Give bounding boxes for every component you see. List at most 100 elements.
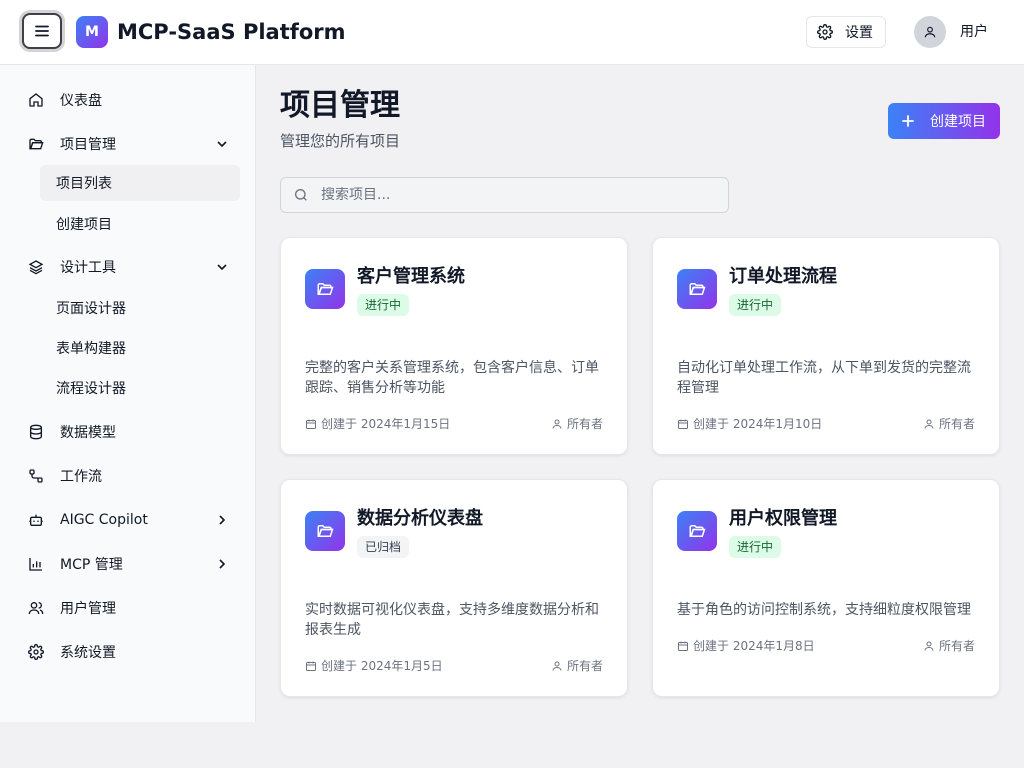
settings-button[interactable]: 设置 [806, 16, 886, 48]
plus-icon [902, 115, 914, 127]
folder-open-icon [305, 269, 345, 309]
project-date: 创建于 2024年1月15日 [305, 415, 450, 432]
calendar-icon [678, 641, 688, 651]
project-description: 自动化订单处理工作流，从下单到发货的完整流程管理 [677, 360, 971, 396]
folder-open-icon [20, 136, 52, 152]
sidebar-subitem-page-designer[interactable]: 页面设计器 [40, 290, 240, 326]
sidebar-subitem-form-builder[interactable]: 表单构建器 [40, 330, 240, 366]
chevron-down-icon[interactable] [212, 261, 232, 273]
sidebar-subitem-flow-designer[interactable]: 流程设计器 [40, 370, 240, 406]
sidebar-item-system-settings[interactable]: 系统设置 [20, 634, 240, 670]
user-icon [924, 641, 934, 651]
project-card[interactable]: 订单处理流程 进行中 自动化订单处理工作流，从下单到发货的完整流程管理 创建于 … [652, 237, 1000, 455]
sidebar-item-label: MCP 管理 [60, 557, 123, 573]
user-icon [552, 661, 562, 671]
project-owner: 所有者 [923, 415, 975, 432]
search-input[interactable] [321, 187, 701, 203]
sidebar-item-label: AIGC Copilot [60, 512, 148, 528]
page-title: 项目管理 [280, 88, 400, 123]
calendar-icon [306, 419, 316, 429]
chevron-right-icon[interactable] [212, 514, 232, 526]
sidebar-item-user-management[interactable]: 用户管理 [20, 590, 240, 626]
users-icon [20, 600, 52, 616]
project-description: 完整的客户关系管理系统，包含客户信息、订单跟踪、销售分析等功能 [305, 360, 599, 396]
folder-open-icon [305, 511, 345, 551]
sidebar-item-label: 系统设置 [60, 645, 116, 661]
project-owner-text: 所有者 [938, 639, 975, 653]
bot-icon [20, 512, 52, 528]
search-box[interactable] [280, 177, 729, 213]
create-project-button[interactable]: 创建项目 [888, 103, 1000, 139]
project-owner-text: 所有者 [566, 659, 603, 673]
sidebar-item-mcp-management[interactable]: MCP 管理 [20, 546, 240, 582]
sidebar-item-dashboard[interactable]: 仪表盘 [20, 82, 240, 118]
project-title[interactable]: 订单处理流程 [729, 265, 837, 289]
calendar-icon [678, 419, 688, 429]
top-header: M MCP-SaaS Platform 设置 用户 [0, 0, 1024, 65]
user-name-label[interactable]: 用户 [960, 22, 988, 42]
project-description: 实时数据可视化仪表盘，支持多维度数据分析和报表生成 [305, 602, 599, 638]
gear-icon [20, 644, 52, 660]
status-badge: 进行中 [357, 294, 410, 316]
sidebar-item-aigc-copilot[interactable]: AIGC Copilot [20, 502, 240, 538]
chevron-down-icon[interactable] [212, 138, 232, 150]
sidebar-item-label: 仪表盘 [60, 93, 102, 109]
chevron-right-icon[interactable] [212, 558, 232, 570]
avatar[interactable] [914, 16, 946, 48]
project-owner-text: 所有者 [566, 417, 603, 431]
hamburger-icon [35, 25, 49, 37]
project-date-text: 创建于 2024年1月8日 [693, 639, 815, 653]
layers-icon [20, 259, 52, 275]
project-description: 基于角色的访问控制系统，支持细粒度权限管理 [677, 602, 971, 618]
app-title: MCP-SaaS Platform [117, 20, 346, 44]
project-date-text: 创建于 2024年1月15日 [321, 417, 451, 431]
status-badge: 进行中 [729, 536, 782, 558]
workflow-icon [20, 468, 52, 484]
user-icon [924, 419, 934, 429]
project-owner-text: 所有者 [938, 417, 975, 431]
bar-chart-icon [20, 556, 52, 572]
database-icon [20, 424, 52, 440]
project-title[interactable]: 客户管理系统 [357, 265, 465, 289]
search-icon [295, 189, 307, 201]
sidebar-item-design-tools[interactable]: 设计工具 [20, 249, 240, 285]
status-badge: 进行中 [729, 294, 782, 316]
project-card[interactable]: 数据分析仪表盘 已归档 实时数据可视化仪表盘，支持多维度数据分析和报表生成 创建… [280, 479, 628, 697]
page-subtitle: 管理您的所有项目 [280, 132, 401, 150]
settings-label: 设置 [845, 25, 873, 41]
menu-toggle-button[interactable] [22, 13, 62, 49]
folder-open-icon [677, 269, 717, 309]
calendar-icon [306, 661, 316, 671]
project-card[interactable]: 用户权限管理 进行中 基于角色的访问控制系统，支持细粒度权限管理 创建于 202… [652, 479, 1000, 697]
sidebar-subitem-project-list[interactable]: 项目列表 [40, 165, 240, 201]
project-title[interactable]: 数据分析仪表盘 [357, 507, 483, 531]
project-title[interactable]: 用户权限管理 [729, 507, 837, 531]
project-owner: 所有者 [551, 415, 603, 432]
project-date-text: 创建于 2024年1月10日 [693, 417, 823, 431]
sidebar-item-label: 数据模型 [60, 425, 116, 441]
sidebar: 仪表盘 项目管理 项目列表 创建项目 设计工具 页面设计器 表单构建器 流程设计… [0, 65, 256, 722]
home-icon [20, 92, 52, 108]
sidebar-subitem-create-project[interactable]: 创建项目 [40, 206, 240, 242]
project-date-text: 创建于 2024年1月5日 [321, 659, 443, 673]
status-badge: 已归档 [357, 536, 410, 558]
project-owner: 所有者 [923, 637, 975, 654]
create-project-label: 创建项目 [930, 114, 986, 130]
sidebar-item-label: 工作流 [60, 469, 102, 485]
project-owner: 所有者 [551, 657, 603, 674]
folder-open-icon [677, 511, 717, 551]
user-icon [924, 26, 936, 38]
sidebar-item-projects[interactable]: 项目管理 [20, 126, 240, 162]
app-logo: M [76, 16, 108, 48]
gear-icon [817, 24, 833, 40]
sidebar-item-workflow[interactable]: 工作流 [20, 458, 240, 494]
project-date: 创建于 2024年1月10日 [677, 415, 822, 432]
sidebar-item-data-model[interactable]: 数据模型 [20, 414, 240, 450]
project-card[interactable]: 客户管理系统 进行中 完整的客户关系管理系统，包含客户信息、订单跟踪、销售分析等… [280, 237, 628, 455]
sidebar-item-label: 用户管理 [60, 601, 116, 617]
project-date: 创建于 2024年1月5日 [305, 657, 443, 674]
sidebar-item-label: 设计工具 [60, 260, 116, 276]
user-icon [552, 419, 562, 429]
sidebar-item-label: 项目管理 [60, 137, 116, 153]
project-date: 创建于 2024年1月8日 [677, 637, 815, 654]
